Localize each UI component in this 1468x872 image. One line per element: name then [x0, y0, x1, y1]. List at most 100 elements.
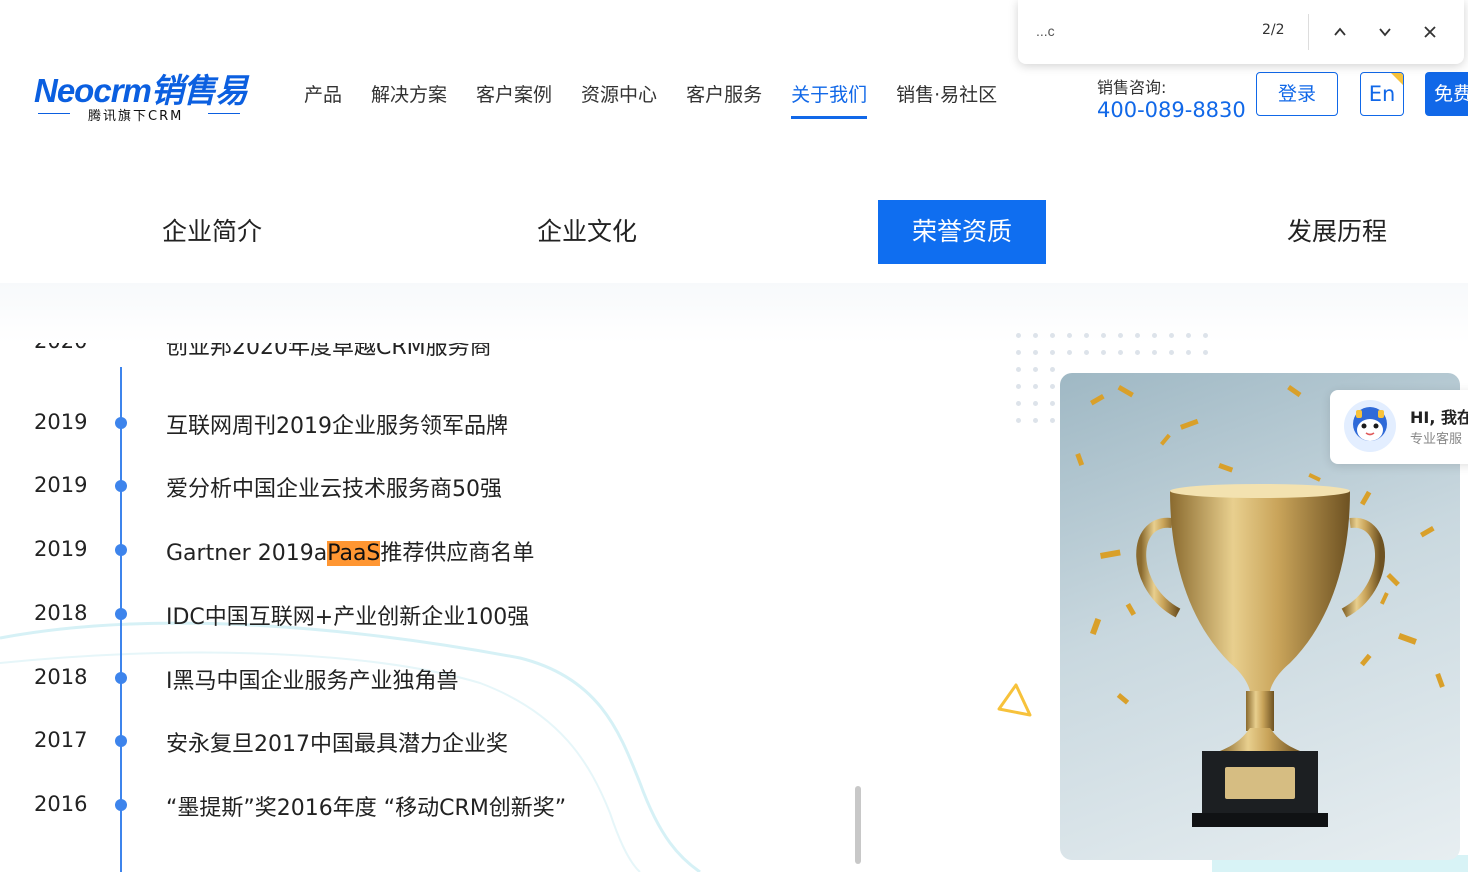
language-label: En [1368, 82, 1396, 106]
grid-dot [1169, 333, 1174, 338]
login-button[interactable]: 登录 [1256, 72, 1338, 116]
grid-dot [1033, 333, 1038, 338]
honor-title: 安永复旦2017中国最具潜力企业奖 [166, 732, 508, 757]
logo-divider-left [38, 113, 70, 114]
grid-dot [1169, 350, 1174, 355]
list-item: 2019 爱分析中国企业云技术服务商50强 [0, 465, 700, 505]
timeline-dot [115, 417, 127, 429]
honor-year: 2018 [34, 665, 88, 689]
site-logo[interactable]: Neocrm销售易 腾讯旗下CRM [34, 64, 248, 124]
grid-dot [1033, 367, 1038, 372]
timeline-dot [115, 544, 127, 556]
grid-dot [1033, 384, 1038, 389]
logo-tagline: 腾讯旗下CRM [88, 109, 184, 124]
find-previous-button[interactable] [1326, 18, 1354, 46]
honor-title: Gartner 2019aPaaS推荐供应商名单 [166, 541, 535, 566]
timeline-dot [115, 480, 127, 492]
tab-honors[interactable]: 荣誉资质 [878, 200, 1046, 264]
language-button[interactable]: En [1360, 72, 1404, 116]
timeline-dot [115, 735, 127, 747]
find-divider [1308, 14, 1309, 50]
list-item: 2019 互联网周刊2019企业服务领军品牌 [0, 402, 700, 442]
honors-section: 2020 创业邦2020年度卓越CRM服务商 2019 互联网周刊2019企业服… [0, 283, 1468, 872]
about-subtabs: 企业简介 企业文化 荣誉资质 发展历程 [0, 138, 1468, 283]
grid-dot [1135, 350, 1140, 355]
honor-year: 2019 [34, 473, 88, 497]
list-item: 2018 I黑马中国企业服务产业独角兽 [0, 657, 700, 697]
find-in-page-bar: 2/2 [1018, 0, 1464, 64]
find-match-count: 2/2 [1262, 22, 1285, 38]
grid-dot [1050, 401, 1055, 406]
grid-dot [1016, 401, 1021, 406]
grid-dot [1050, 333, 1055, 338]
grid-dot [1203, 333, 1208, 338]
contact-phone[interactable]: 400-089-8830 [1097, 98, 1246, 122]
grid-dot [1186, 350, 1191, 355]
chat-subtitle: 专业客服 [1410, 432, 1463, 447]
scrollbar-thumb[interactable] [855, 786, 861, 864]
honor-year: 2018 [34, 601, 88, 625]
close-icon [1424, 26, 1436, 38]
grid-dot [1084, 350, 1089, 355]
grid-dot [1135, 333, 1140, 338]
honor-year: 2016 [34, 792, 88, 816]
tab-company-intro[interactable]: 企业简介 [128, 200, 296, 264]
grid-dot [1016, 367, 1021, 372]
free-trial-button[interactable]: 免费 [1425, 72, 1468, 116]
honor-title: “墨提斯”奖2016年度 “移动CRM创新奖” [166, 796, 567, 821]
nav-item-cases[interactable]: 客户案例 [476, 80, 552, 120]
honor-title: IDC中国互联网+产业创新企业100强 [166, 605, 530, 630]
contact-label: 销售咨询: [1097, 78, 1167, 97]
honor-year: 2019 [34, 410, 88, 434]
grid-dot [1016, 333, 1021, 338]
tab-history[interactable]: 发展历程 [1253, 200, 1421, 264]
grid-dot [1203, 350, 1208, 355]
nav-item-solutions[interactable]: 解决方案 [371, 80, 447, 120]
corner-badge-icon [1391, 73, 1403, 85]
honor-title: 爱分析中国企业云技术服务商50强 [166, 477, 502, 502]
list-item: 2018 IDC中国互联网+产业创新企业100强 [0, 593, 700, 633]
honor-title: I黑马中国企业服务产业独角兽 [166, 669, 459, 694]
grid-dot [1067, 350, 1072, 355]
nav-item-resources[interactable]: 资源中心 [581, 80, 657, 120]
list-item: 2016 “墨提斯”奖2016年度 “移动CRM创新奖” [0, 784, 700, 824]
timeline-dot [115, 799, 127, 811]
find-close-button[interactable] [1416, 18, 1444, 46]
grid-dot [1050, 384, 1055, 389]
honor-year: 2019 [34, 537, 88, 561]
nav-item-service[interactable]: 客户服务 [686, 80, 762, 120]
grid-dot [1033, 418, 1038, 423]
honor-title: 互联网周刊2019企业服务领军品牌 [166, 414, 508, 439]
list-item: 2019 Gartner 2019aPaaS推荐供应商名单 [0, 529, 700, 569]
nav-item-products[interactable]: 产品 [304, 80, 342, 120]
logo-tagline-row: 腾讯旗下CRM [38, 105, 240, 124]
chat-widget[interactable]: HI, 我在 专业客服 [1330, 390, 1468, 464]
grid-dot [1152, 333, 1157, 338]
grid-dot [1050, 350, 1055, 355]
tab-company-culture[interactable]: 企业文化 [503, 200, 671, 264]
grid-dot [1067, 333, 1072, 338]
grid-dot [1033, 401, 1038, 406]
chat-avatar [1344, 400, 1396, 452]
grid-dot [1016, 418, 1021, 423]
main-nav: 产品 解决方案 客户案例 资源中心 客户服务 关于我们 销售·易社区 [304, 80, 1026, 120]
grid-dot [1186, 333, 1191, 338]
grid-dot [1050, 418, 1055, 423]
timeline-dot [115, 608, 127, 620]
grid-dot [1152, 350, 1157, 355]
chat-greeting: HI, 我在 [1410, 408, 1468, 427]
grid-dot [1101, 333, 1106, 338]
nav-item-about[interactable]: 关于我们 [791, 80, 868, 120]
grid-dot [1101, 350, 1106, 355]
nav-item-community[interactable]: 销售·易社区 [896, 80, 997, 120]
find-next-button[interactable] [1371, 18, 1399, 46]
find-highlight: PaaS [327, 541, 381, 566]
list-item: 2017 安永复旦2017中国最具潜力企业奖 [0, 720, 700, 760]
find-input[interactable] [1036, 14, 1256, 48]
grid-dot [1016, 350, 1021, 355]
list-item-clipped: 2020 创业邦2020年度卓越CRM服务商 [34, 343, 492, 360]
chevron-up-icon [1334, 27, 1346, 36]
grid-dot [1016, 384, 1021, 389]
grid-dot [1118, 350, 1123, 355]
timeline-dot [115, 672, 127, 684]
